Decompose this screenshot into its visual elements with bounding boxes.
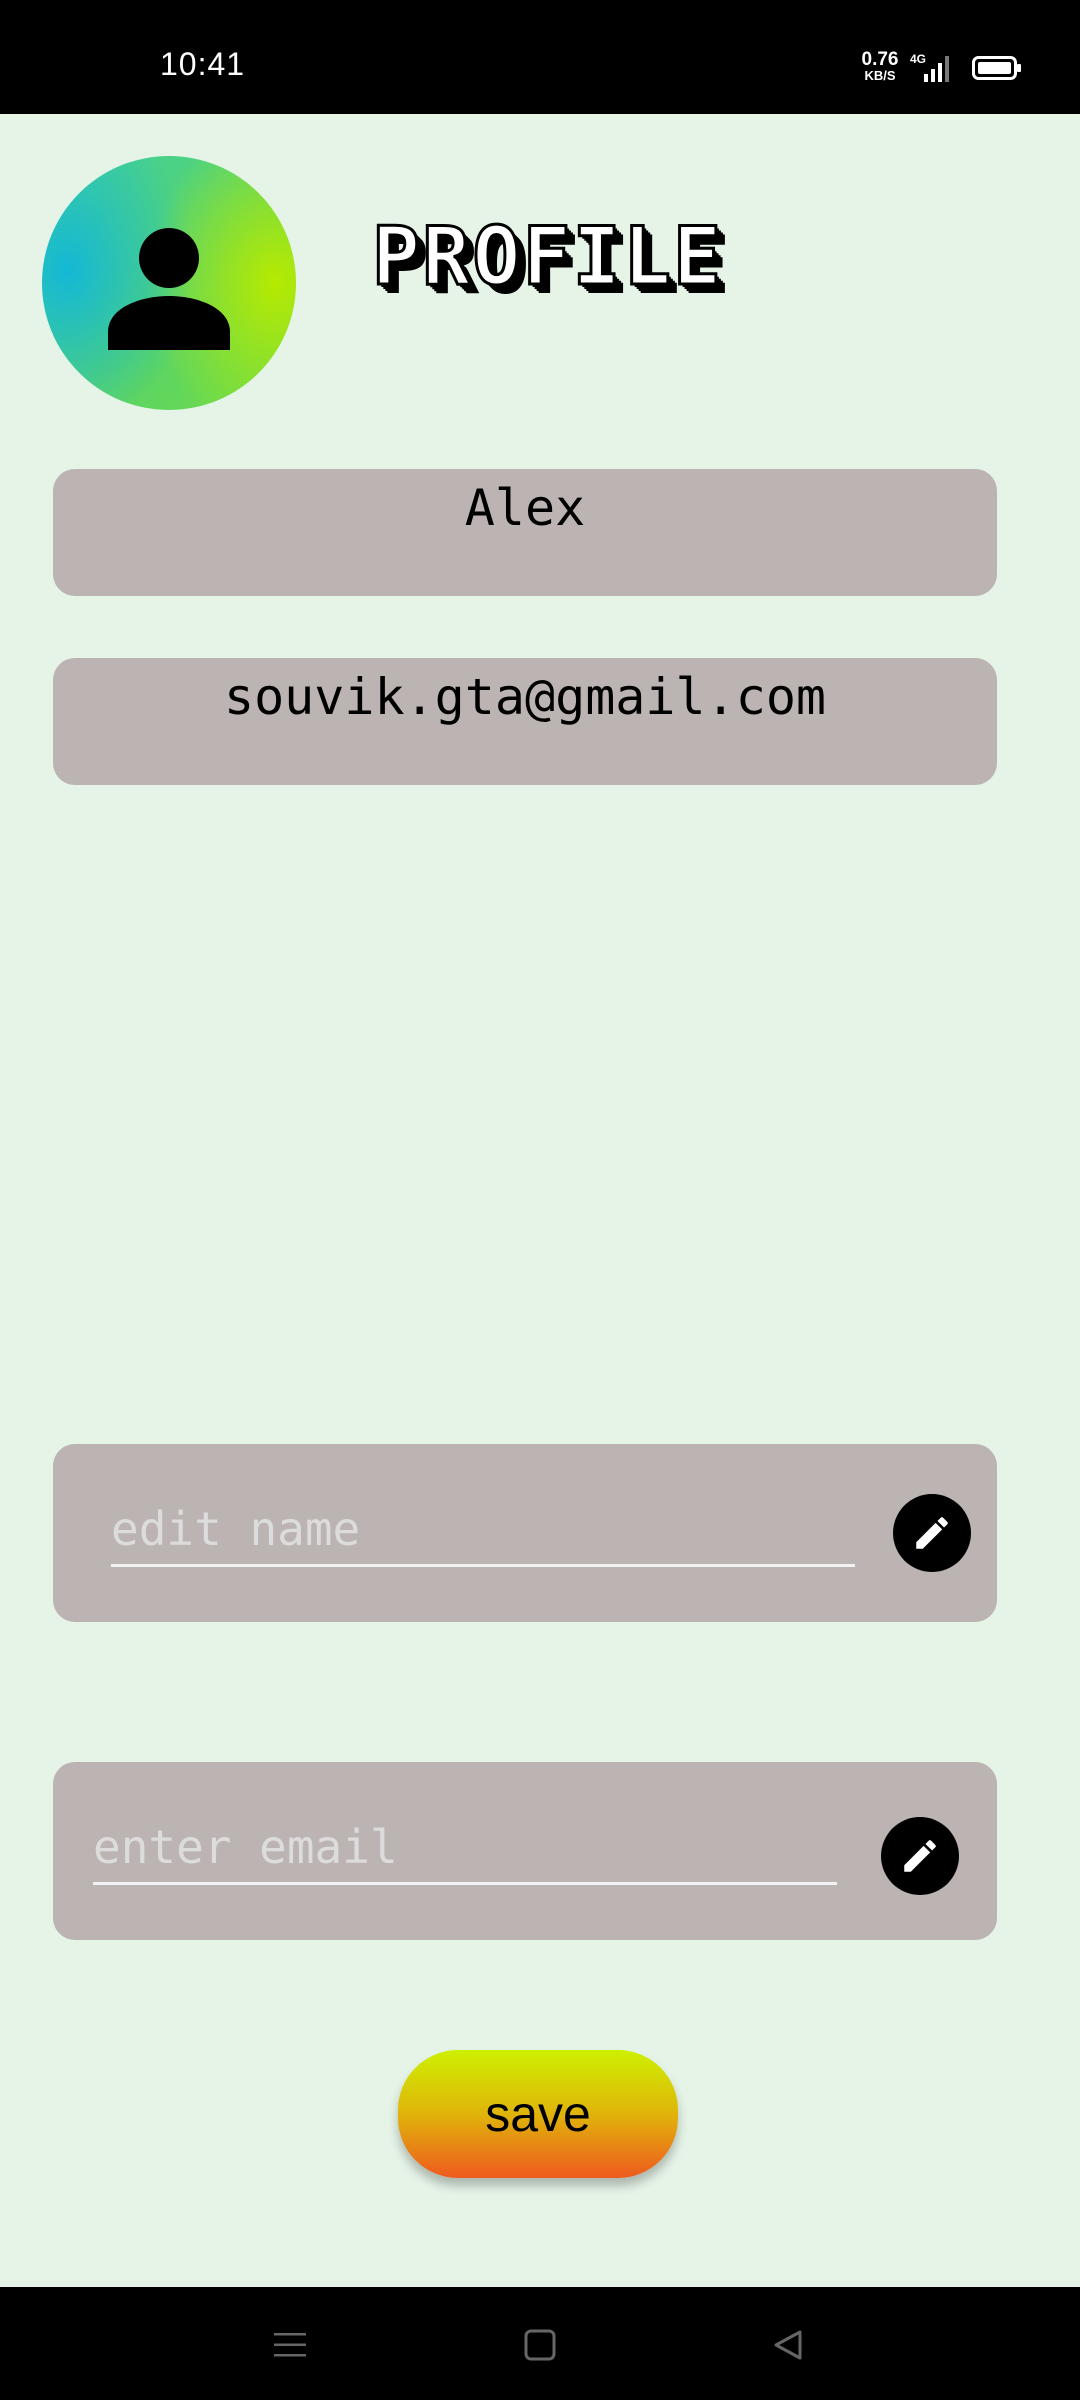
edit-name-button[interactable] — [893, 1494, 971, 1572]
back-button[interactable] — [758, 2315, 818, 2375]
edit-email-card — [53, 1762, 997, 1940]
network-speed-value: 0.76 — [861, 49, 899, 70]
network-speed: 0.76 KB/S — [858, 49, 902, 84]
name-display-card: Alex — [53, 469, 997, 596]
pencil-icon — [916, 1517, 948, 1549]
battery-icon — [972, 56, 1021, 80]
edit-email-input[interactable] — [93, 1812, 837, 1885]
status-time: 10:41 — [160, 46, 246, 82]
signal-icon: 4G — [910, 52, 949, 82]
network-speed-unit: KB/S — [864, 68, 896, 83]
profile-email: souvik.gta@gmail.com — [223, 668, 827, 726]
edit-name-input[interactable] — [111, 1494, 855, 1567]
save-button[interactable]: save — [398, 2050, 678, 2178]
navigation-bar — [0, 2287, 1080, 2400]
menu-icon — [274, 2333, 306, 2357]
status-bar: 10:41 0.76 KB/S 4G — [0, 0, 1080, 114]
page-title: PROFILE — [370, 209, 724, 305]
person-icon — [108, 228, 230, 350]
pencil-icon — [904, 1840, 936, 1872]
network-type: 4G — [910, 52, 926, 66]
email-display-card: souvik.gta@gmail.com — [53, 658, 997, 785]
back-icon — [774, 2330, 802, 2360]
home-button[interactable] — [510, 2315, 570, 2375]
home-icon — [524, 2329, 556, 2361]
edit-email-button[interactable] — [881, 1817, 959, 1895]
edit-name-card — [53, 1444, 997, 1622]
profile-name: Alex — [464, 479, 586, 537]
avatar[interactable] — [42, 156, 296, 410]
recent-apps-button[interactable] — [260, 2315, 320, 2375]
